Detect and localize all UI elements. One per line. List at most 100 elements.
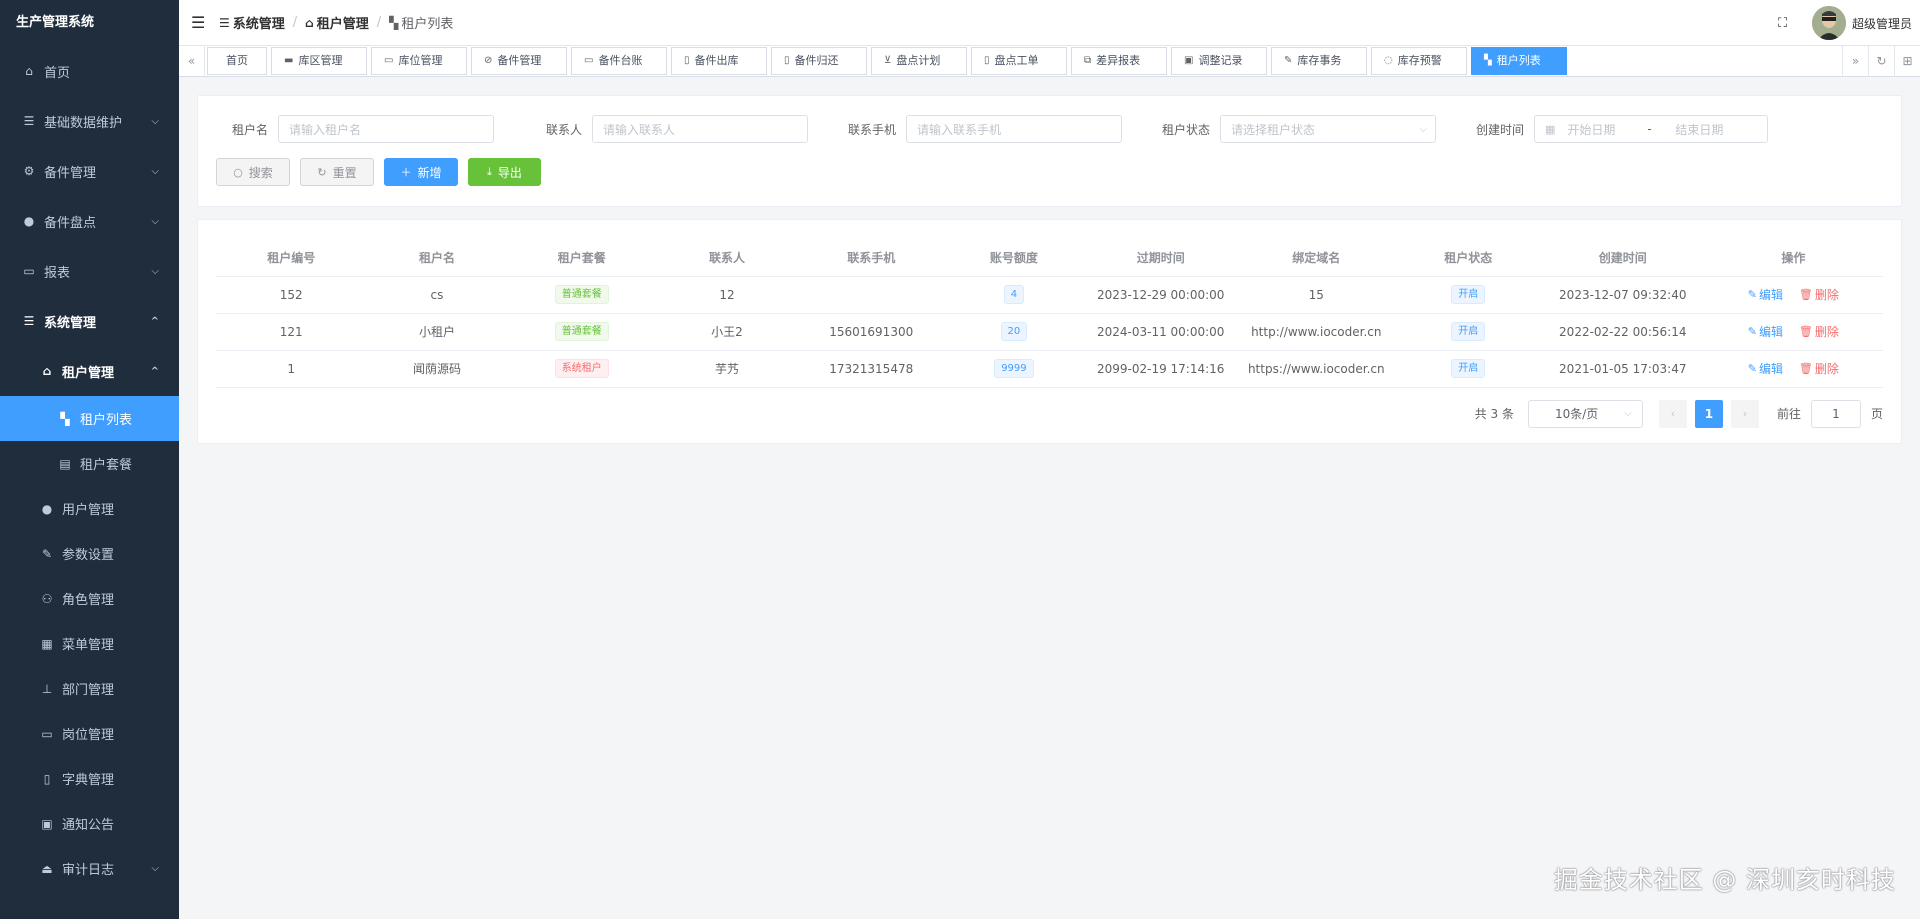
warehouse-icon: ▬ [284, 55, 294, 66]
search-icon: ○ [233, 165, 243, 179]
cell-status: 开启 [1394, 276, 1542, 314]
list-icon: ☰ [219, 15, 230, 30]
page-size-select[interactable]: 10条/页 ⌵ [1527, 399, 1643, 428]
mobile-input[interactable]: 请输入联系手机 [906, 115, 1122, 143]
reset-button[interactable]: ↻ 重置 [300, 158, 374, 186]
hamburger-icon[interactable]: ☰ [191, 13, 205, 32]
sidebar-item-role[interactable]: ⚇ 角色管理 [0, 576, 179, 621]
tag-outbound[interactable]: ▯ 备件出库 [671, 47, 767, 75]
tenant-name-input[interactable]: 请输入租户名 [278, 115, 494, 143]
tag-spare-parts[interactable]: ⊘ 备件管理 [471, 47, 567, 75]
sidebar-item-user[interactable]: ● 用户管理 [0, 486, 179, 531]
breadcrumb-item-tenant[interactable]: ⌂ 租户管理 [305, 13, 369, 33]
tag-stock-alert[interactable]: ◌ 库存预警 [1371, 47, 1467, 75]
search-button[interactable]: ○ 搜索 [216, 158, 290, 186]
cell-created: 2023-12-07 09:32:40 [1541, 276, 1704, 314]
tag-home[interactable]: 首页 [207, 47, 267, 75]
breadcrumb-label: 租户管理 [316, 17, 369, 32]
sidebar-item-label: 首页 [44, 65, 71, 81]
sidebar-item-home[interactable]: ⌂ 首页 [0, 46, 179, 96]
sidebar-item-basic-data[interactable]: ☰ 基础数据维护 ⌵ [0, 96, 179, 146]
sidebar-item-inventory-check[interactable]: ● 备件盘点 ⌵ [0, 196, 179, 246]
tag-location[interactable]: ▭ 库位管理 [371, 47, 467, 75]
cell-name: 小租户 [366, 313, 508, 351]
sidebar-item-spare-parts[interactable]: ⚙ 备件管理 ⌵ [0, 146, 179, 196]
tag-ledger[interactable]: ▭ 备件台账 [571, 47, 667, 75]
tag-stock-transaction[interactable]: ✎ 库存事务 [1271, 47, 1367, 75]
fullscreen-icon[interactable]: ⛶ [1778, 16, 1792, 31]
sidebar-item-menu[interactable]: ▦ 菜单管理 [0, 621, 179, 666]
tag-label: 库区管理 [298, 54, 343, 67]
tags-list: 首页 ▬ 库区管理 ▭ 库位管理 ⊘ 备件管理 ▭ 备件台账 ▯ 备件出库 ▯ 备件归还 ⊻… [205, 47, 1842, 75]
page-number-current[interactable]: 1 [1694, 399, 1723, 428]
add-button[interactable]: ＋ 新增 [384, 158, 458, 186]
sidebar-item-label: 通知公告 [62, 818, 115, 833]
button-label: 导出 [497, 165, 522, 180]
sidebar-item-label: 报表 [44, 265, 71, 281]
edit-button[interactable]: ✎ 编辑 [1748, 360, 1783, 377]
dict-icon: ▯ [43, 771, 51, 786]
tag-tenant-list[interactable]: ▚ 租户列表 [1471, 47, 1567, 75]
sidebar-item-label: 租户套餐 [80, 458, 133, 473]
list-icon: ☰ [23, 114, 35, 128]
delete-button[interactable]: 🗑 删除 [1799, 323, 1839, 340]
edit-button[interactable]: ✎ 编辑 [1748, 286, 1783, 303]
edit-icon: ✎ [1747, 325, 1758, 338]
sidebar-item-system[interactable]: ☰ 系统管理 ^ [0, 296, 179, 346]
refresh-icon[interactable]: ↻ [1868, 45, 1894, 77]
delete-button[interactable]: 🗑 删除 [1799, 360, 1839, 377]
sidebar-item-post[interactable]: ▭ 岗位管理 [0, 711, 179, 756]
avatar[interactable] [1811, 6, 1846, 40]
goto-page-input[interactable]: 1 [1810, 399, 1861, 428]
tag-label: 调整记录 [1198, 54, 1243, 67]
peoples-icon: ▚ [60, 411, 70, 426]
created-label: 创建时间 [1475, 122, 1524, 137]
sidebar-item-tenant[interactable]: ⌂ 租户管理 ^ [0, 346, 179, 396]
sidebar-item-tenant-package[interactable]: ▤ 租户套餐 [0, 441, 179, 486]
tag-label: 差异报表 [1096, 54, 1141, 67]
date-range-picker[interactable]: ▦ 开始日期 - 结束日期 [1534, 115, 1768, 143]
scroll-left-icon[interactable]: « [179, 45, 205, 77]
cell-id: 1 [216, 350, 367, 388]
package-badge: 普通套餐 [554, 285, 609, 304]
export-button[interactable]: ⤓ 导出 [468, 158, 541, 186]
page-unit-label: 页 [1870, 407, 1883, 421]
sidebar-item-tenant-list[interactable]: ▚ 租户列表 [0, 396, 179, 441]
column-header: 租户状态 [1394, 240, 1542, 277]
cell-package: 普通套餐 [507, 276, 656, 314]
edit-icon: ✎ [1747, 288, 1758, 301]
status-select[interactable]: 请选择租户状态 ⌵ [1220, 115, 1436, 143]
form-item-created: 创建时间 ▦ 开始日期 - 结束日期 [1436, 115, 1768, 143]
user-name[interactable]: 超级管理员 [1852, 15, 1912, 32]
sidebar-item-dept[interactable]: ⊥ 部门管理 [0, 666, 179, 711]
next-page-button[interactable]: › [1730, 399, 1759, 428]
contact-input[interactable]: 请输入联系人 [592, 115, 808, 143]
tag-check-plan[interactable]: ⊻ 盘点计划 [871, 47, 967, 75]
sidebar-item-label: 备件盘点 [44, 215, 97, 231]
prev-page-button[interactable]: ‹ [1658, 399, 1687, 428]
breadcrumb-item-system[interactable]: ☰ 系统管理 [219, 13, 285, 33]
app-title: 生产管理系统 [16, 15, 95, 30]
scroll-right-icon[interactable]: » [1842, 45, 1868, 77]
grid-icon[interactable]: ⊞ [1894, 45, 1920, 77]
pagination-total: 共 3 条 [1474, 407, 1514, 421]
sidebar-item-notice[interactable]: ▣ 通知公告 [0, 801, 179, 846]
copy-icon: ⧉ [1084, 55, 1092, 66]
edit-icon: ✎ [41, 546, 53, 561]
sidebar-item-dict[interactable]: ▯ 字典管理 [0, 756, 179, 801]
edit-button[interactable]: ✎ 编辑 [1748, 323, 1783, 340]
user-icon: ● [23, 214, 35, 228]
peoples-icon: ▚ [1484, 55, 1492, 66]
sidebar-item-audit-log[interactable]: ⏏ 审计日志 ⌵ [0, 846, 179, 891]
tag-diff-report[interactable]: ⧉ 差异报表 [1071, 47, 1167, 75]
tag-adjust-record[interactable]: ▣ 调整记录 [1171, 47, 1267, 75]
tag-area[interactable]: ▬ 库区管理 [271, 47, 367, 75]
delete-button[interactable]: 🗑 删除 [1799, 286, 1839, 303]
tag-label: 库位管理 [398, 54, 443, 67]
sidebar-item-config[interactable]: ✎ 参数设置 [0, 531, 179, 576]
tag-return[interactable]: ▯ 备件归还 [771, 47, 867, 75]
sidebar-item-reports[interactable]: ▭ 报表 ⌵ [0, 246, 179, 296]
tag-check-order[interactable]: ▯ 盘点工单 [971, 47, 1067, 75]
clipboard-icon: ▤ [59, 456, 71, 471]
table-row: 1 闻荫源码 系统租户 芋艿 17321315478 9999 2099-02-… [216, 350, 1883, 388]
